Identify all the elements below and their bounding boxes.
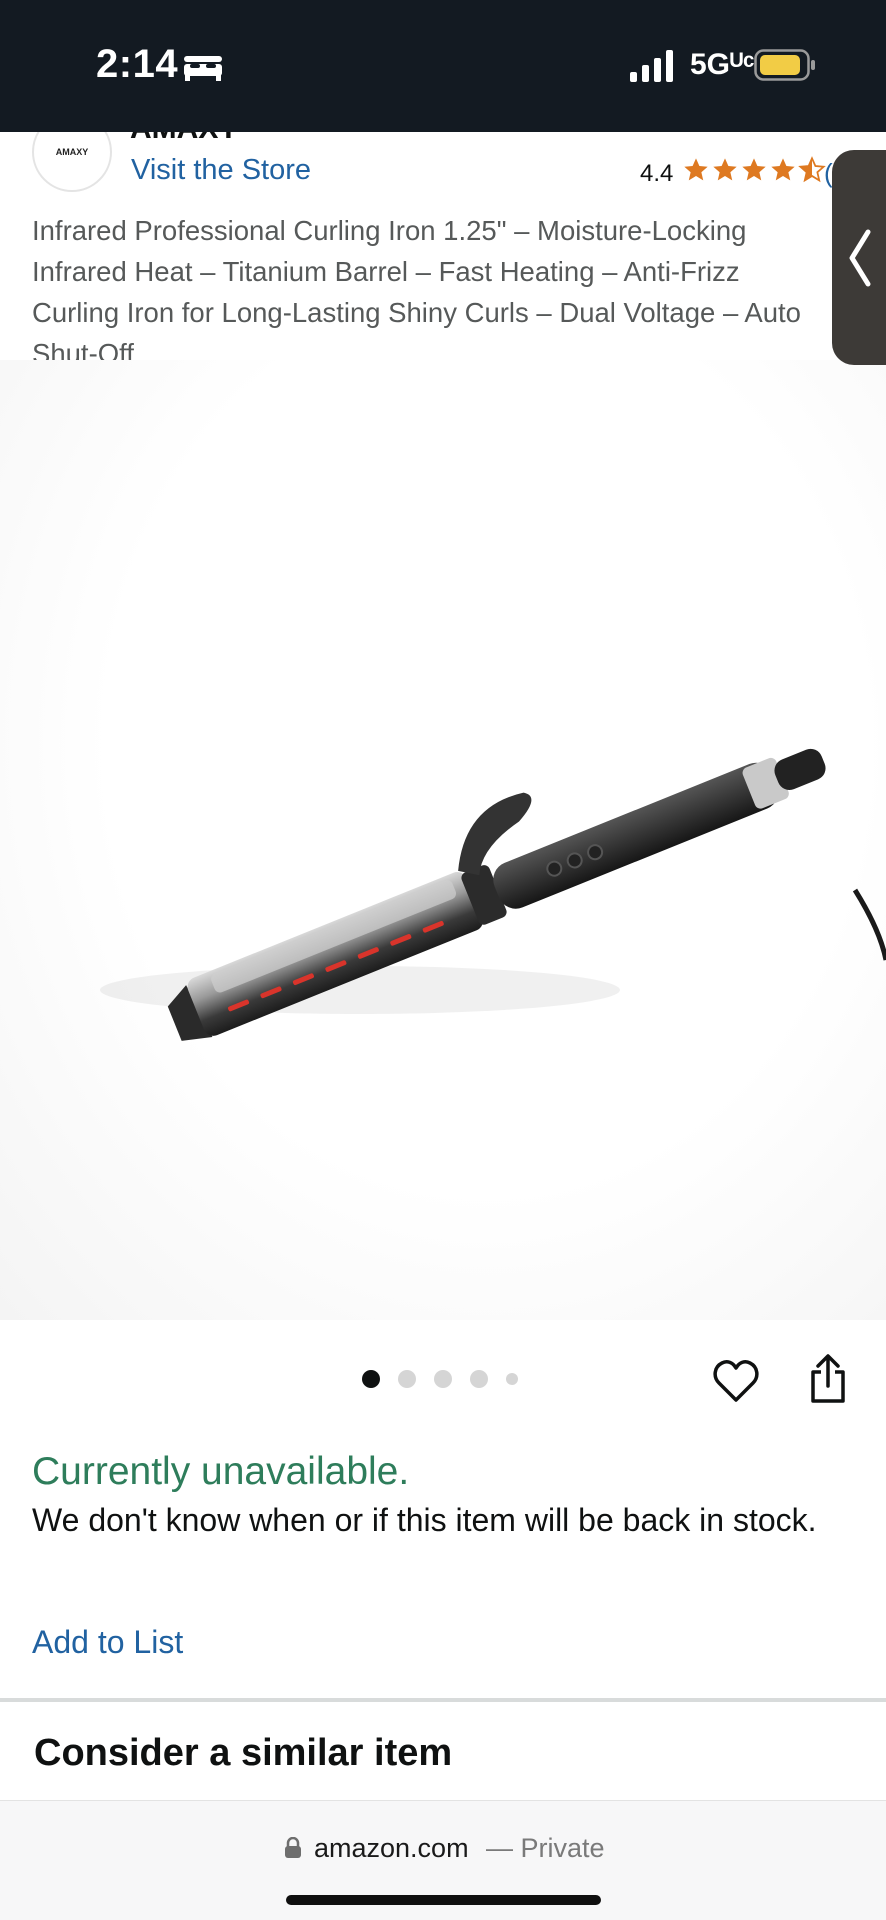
status-bar: 2:14 5Gᵁᶜ [0, 0, 886, 132]
signal-icon [630, 50, 673, 82]
product-image-gallery[interactable] [0, 360, 886, 1320]
star-icon [742, 158, 766, 181]
side-panel-tab[interactable] [832, 150, 886, 365]
stock-note: We don't know when or if this item will … [32, 1502, 817, 1538]
browser-address-bar[interactable]: amazon.com — Private [0, 1800, 886, 1920]
bed-icon [184, 56, 222, 81]
carousel-dot[interactable] [470, 1370, 488, 1388]
share-icon[interactable] [806, 1354, 850, 1404]
product-image [100, 748, 886, 1041]
star-rating[interactable] [682, 156, 827, 188]
star-icon [684, 158, 708, 181]
carousel-dot[interactable] [506, 1373, 518, 1385]
lock-icon [285, 1837, 301, 1858]
section-divider [0, 1698, 886, 1702]
url-domain[interactable]: amazon.com [314, 1833, 469, 1864]
star-half-icon [798, 156, 826, 183]
carousel-dot[interactable] [398, 1370, 416, 1388]
heart-icon[interactable] [712, 1358, 760, 1404]
similar-item-heading: Consider a similar item [34, 1732, 453, 1774]
private-label: — Private [486, 1833, 605, 1863]
battery-icon [754, 49, 815, 81]
star-icon [771, 158, 795, 181]
product-title: Infrared Professional Curling Iron 1.25"… [32, 215, 801, 369]
star-icon [713, 158, 737, 181]
visit-store-link[interactable]: Visit the Store [131, 154, 311, 187]
brand-name: AMAXY [130, 132, 238, 146]
status-time: 2:14 [96, 42, 179, 86]
network-label: 5Gᵁᶜ [690, 48, 755, 81]
chevron-left-icon [849, 229, 871, 287]
carousel-dot[interactable] [434, 1370, 452, 1388]
availability-status: Currently unavailable. [32, 1450, 410, 1493]
home-indicator[interactable] [286, 1895, 601, 1905]
brand-logo[interactable]: AMAXY [32, 132, 112, 192]
add-to-list-link[interactable]: Add to List [32, 1624, 183, 1661]
brand-row: AMAXY AMAXY Visit the Store 4.4 ( [0, 132, 886, 202]
image-carousel-dots[interactable] [362, 1370, 536, 1388]
carousel-dot[interactable] [362, 1370, 380, 1388]
brand-logo-text: AMAXY [55, 147, 89, 157]
rating-value: 4.4 [640, 160, 674, 187]
